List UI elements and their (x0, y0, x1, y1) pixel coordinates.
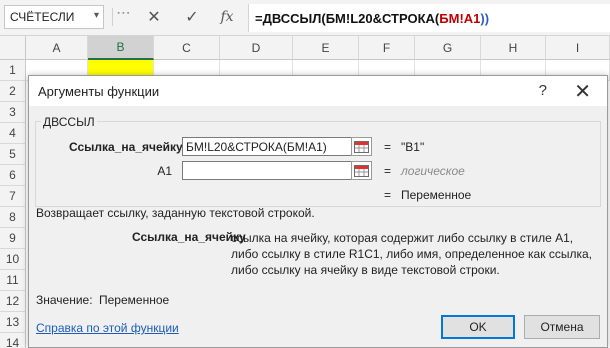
column-header[interactable]: B (88, 36, 154, 60)
column-header[interactable]: D (220, 36, 293, 60)
row-header[interactable]: 11 (0, 270, 26, 291)
row-header[interactable]: 10 (0, 249, 26, 270)
row-header[interactable]: 9 (0, 228, 26, 249)
name-box-value: СЧЁТЕСЛИ (10, 10, 75, 24)
value-text: Переменное (99, 293, 170, 307)
cancel-formula-icon[interactable]: ✕ (143, 6, 165, 28)
column-header[interactable]: C (154, 36, 220, 60)
help-icon[interactable]: ? (539, 82, 547, 99)
dialog-title-bar[interactable]: Аргументы функции ? ✕ (29, 76, 607, 106)
arg-label-a1: A1 (157, 164, 172, 178)
collapse-dialog-button-ref[interactable] (351, 137, 372, 156)
function-description: Возвращает ссылку, заданную текстовой ст… (36, 206, 315, 220)
dialog-title: Аргументы функции (38, 84, 160, 99)
column-header[interactable]: G (415, 36, 481, 60)
range-select-icon (354, 140, 369, 153)
range-select-icon (354, 164, 369, 177)
equals-sign: = (384, 140, 392, 154)
select-all-corner[interactable] (0, 36, 26, 60)
formula-input[interactable]: =ДВССЫЛ(БМ!L20&СТРОКА(БМ!A1)) (248, 4, 610, 32)
grip-dots-icon[interactable]: ⋮ (116, 6, 132, 19)
arg-input-a1[interactable] (182, 161, 352, 180)
function-name: ДВССЫЛ (41, 115, 97, 129)
function-help-link[interactable]: Справка по этой функции (36, 321, 179, 335)
row-header[interactable]: 13 (0, 312, 26, 333)
row-header[interactable]: 6 (0, 165, 26, 186)
arg-label-ref: Ссылка_на_ячейку (69, 140, 183, 154)
ok-button[interactable]: OK (441, 315, 515, 339)
collapse-dialog-button-a1[interactable] (351, 161, 372, 180)
formula-bar-divider (112, 8, 113, 26)
row-header[interactable]: 1 (0, 60, 26, 81)
arg-input-ref[interactable]: БМ!L20&СТРОКА(БМ!A1) (182, 137, 352, 156)
column-header[interactable]: I (546, 36, 610, 60)
equals-sign: = (384, 164, 392, 178)
equals-sign: = (384, 188, 392, 202)
row-header[interactable]: 7 (0, 186, 26, 207)
row-header[interactable]: 5 (0, 144, 26, 165)
close-icon[interactable]: ✕ (574, 79, 591, 104)
confirm-formula-icon[interactable]: ✓ (181, 6, 203, 28)
arg-help-text: ссылка на ячейку, которая содержит либо … (231, 231, 592, 277)
row-header[interactable]: 14 (0, 333, 26, 348)
excel-window: СЧЁТЕСЛИ ▾ ⋮ ✕ ✓ fx =ДВССЫЛ(БМ!L20&СТРОК… (0, 0, 610, 348)
row-header[interactable]: 8 (0, 207, 26, 228)
formula-text-suffix: )) (480, 10, 490, 26)
row-header[interactable]: 12 (0, 291, 26, 312)
column-header[interactable]: F (359, 36, 415, 60)
arg-help-name: Ссылка_на_ячейку (132, 230, 246, 244)
column-header[interactable]: E (293, 36, 359, 60)
arg-result-ref: "B1" (401, 140, 425, 154)
function-arguments-dialog: Аргументы функции ? ✕ ДВССЫЛ Ссылка_на_я… (28, 75, 608, 348)
insert-function-icon[interactable]: fx (216, 6, 238, 28)
cancel-button[interactable]: Отмена (524, 315, 600, 339)
column-header[interactable]: A (26, 36, 88, 60)
name-box[interactable]: СЧЁТЕСЛИ ▾ (4, 5, 104, 29)
formula-bar: СЧЁТЕСЛИ ▾ ⋮ ✕ ✓ fx =ДВССЫЛ(БМ!L20&СТРОК… (0, 0, 610, 36)
arg-result-a1: логическое (401, 164, 465, 178)
row-header[interactable]: 2 (0, 81, 26, 102)
value-label: Значение: (36, 293, 93, 307)
formula-text-ref: БМ!A1 (439, 10, 481, 26)
chevron-down-icon[interactable]: ▾ (94, 10, 99, 21)
column-header[interactable]: H (481, 36, 546, 60)
row-header[interactable]: 3 (0, 102, 26, 123)
formula-text-prefix: =ДВССЫЛ(БМ!L20&СТРОКА( (255, 10, 440, 26)
row-header[interactable]: 4 (0, 123, 26, 144)
formula-result: Переменное (401, 188, 472, 202)
